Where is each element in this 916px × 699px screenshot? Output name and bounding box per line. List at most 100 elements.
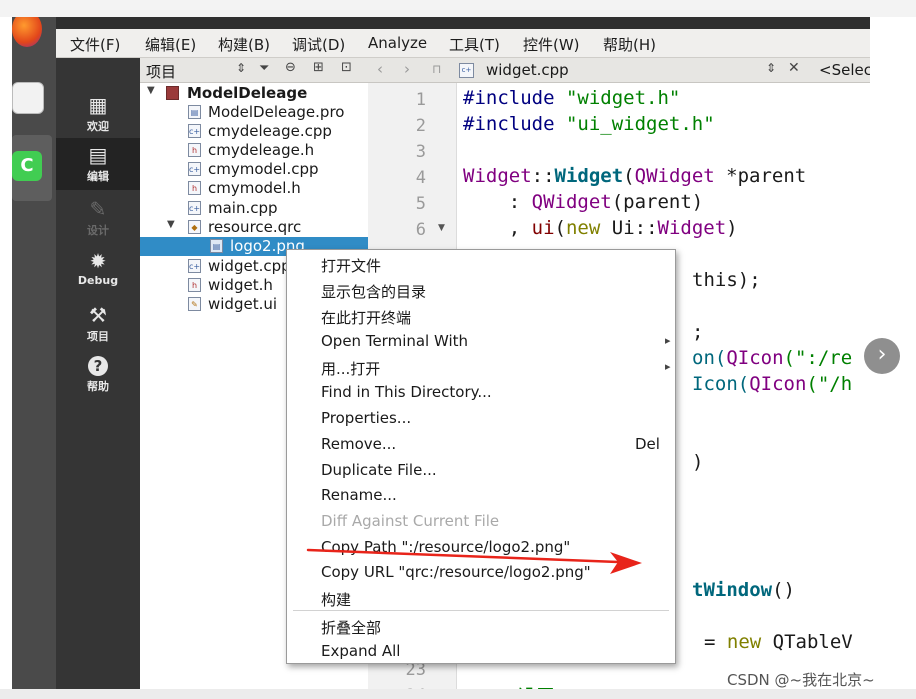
menu-item-rename[interactable]: Rename...: [321, 486, 397, 504]
menu-file[interactable]: 文件(F): [70, 34, 120, 55]
menu-build[interactable]: 构建(B): [218, 34, 270, 55]
qtcreator-icon[interactable]: C: [12, 151, 42, 181]
tree-label: cmymodel.cpp: [208, 160, 319, 178]
mode-welcome[interactable]: ▦ 欢迎: [56, 88, 140, 138]
tree-row-project[interactable]: ▼ ModelDeleage: [140, 84, 368, 103]
cpp-file-icon: c+: [188, 259, 201, 273]
code-line: ): [692, 451, 704, 473]
forward-arrow-icon[interactable]: ›: [404, 60, 410, 78]
tree-label: main.cpp: [208, 199, 278, 217]
line-number: 4: [415, 168, 426, 188]
mode-projects[interactable]: ⚒ 项目: [56, 298, 140, 348]
mode-label: 帮助: [87, 380, 109, 393]
code-line: Widget::Widget(QWidget *parent: [463, 165, 807, 187]
tree-label: widget.h: [208, 276, 273, 294]
tree-label: cmymodel.h: [208, 179, 301, 197]
image-file-icon: ▤: [210, 239, 223, 253]
mode-design[interactable]: ✎ 设计: [56, 192, 140, 242]
mode-help[interactable]: ? 帮助: [56, 350, 140, 400]
pencil-icon: ✎: [89, 197, 107, 221]
mode-edit[interactable]: ▤ 编辑: [56, 138, 140, 190]
code-line: tWindow(): [692, 579, 795, 601]
header-file-icon: h: [188, 181, 201, 195]
menu-tools[interactable]: 工具(T): [449, 34, 500, 55]
menu-item-duplicate-file[interactable]: Duplicate File...: [321, 461, 437, 479]
view-selector-arrows-icon[interactable]: ⇕: [236, 61, 246, 75]
tree-row-file[interactable]: c+ cmymodel.cpp: [140, 160, 368, 179]
code-line: , ui(new Ui::Widget): [463, 217, 738, 239]
files-icon[interactable]: [12, 82, 44, 114]
menu-item-open-terminal-with[interactable]: Open Terminal With: [321, 332, 468, 350]
mode-label: 编辑: [87, 170, 109, 183]
tree-row-resource[interactable]: ▼ ◆ resource.qrc: [140, 218, 368, 237]
context-menu: 打开文件 显示包含的目录 在此打开终端 Open Terminal With ▸…: [286, 249, 676, 664]
close-pane-icon[interactable]: ⊡: [341, 60, 352, 75]
next-image-button[interactable]: ›: [864, 338, 900, 374]
tree-label: cmydeleage.h: [208, 141, 315, 159]
edit-doc-icon: ▤: [88, 143, 108, 167]
tree-label: ModelDeleage.pro: [208, 103, 345, 121]
tree-row-file[interactable]: c+ main.cpp: [140, 199, 368, 218]
project-icon: [166, 86, 179, 100]
code-line: on(QIcon(":/re: [692, 347, 853, 369]
code-line: #include "ui_widget.h": [463, 113, 715, 135]
mode-label: 设计: [87, 224, 109, 237]
cpp-file-icon: c+: [459, 63, 474, 78]
menu-item-open-with[interactable]: 用...打开: [321, 358, 380, 379]
code-line: #include "widget.h": [463, 87, 681, 109]
tree-label: widget.ui: [208, 295, 278, 313]
tree-row-file[interactable]: c+ cmydeleage.cpp: [140, 122, 368, 141]
line-number: 6: [415, 220, 426, 240]
menu-help[interactable]: 帮助(H): [603, 34, 656, 55]
menu-separator: [293, 610, 669, 611]
menu-debug[interactable]: 调试(D): [292, 34, 345, 55]
editor-toolbar: ‹ › ⊓ c+ widget.cpp ⇕ ✕ <Select: [368, 58, 870, 83]
menu-controls[interactable]: 控件(W): [523, 34, 580, 55]
mode-label: 欢迎: [87, 120, 109, 133]
menu-item-open-file[interactable]: 打开文件: [321, 255, 381, 276]
expand-arrow-icon[interactable]: ▼: [147, 85, 155, 96]
csdn-watermark: CSDN @~我在北京~: [727, 671, 875, 689]
back-arrow-icon[interactable]: ‹: [377, 60, 383, 78]
header-file-icon: h: [188, 278, 201, 292]
menu-item-remove[interactable]: Remove...: [321, 435, 396, 453]
grid-icon: ▦: [88, 93, 108, 117]
code-line: this);: [692, 269, 761, 291]
menu-edit[interactable]: 编辑(E): [145, 34, 196, 55]
split-icon[interactable]: ⊞: [313, 60, 324, 75]
menu-item-collapse-all[interactable]: 折叠全部: [321, 617, 381, 638]
menu-item-show-containing-folder[interactable]: 显示包含的目录: [321, 281, 426, 302]
firefox-icon[interactable]: [12, 17, 42, 47]
tree-row-file[interactable]: h cmydeleage.h: [140, 141, 368, 160]
tree-label: cmydeleage.cpp: [208, 122, 332, 140]
mode-debug[interactable]: ✹ Debug: [56, 244, 140, 294]
chevron-right-icon: ›: [877, 342, 887, 367]
expand-arrow-icon[interactable]: ▼: [167, 219, 175, 230]
menu-item-properties[interactable]: Properties...: [321, 409, 411, 427]
filter-icon[interactable]: ⏷: [259, 61, 269, 76]
menu-item-expand-all[interactable]: Expand All: [321, 642, 400, 660]
bug-icon: ✹: [89, 249, 107, 273]
menu-item-find-in-directory[interactable]: Find in This Directory...: [321, 383, 492, 401]
tree-label: ModelDeleage: [187, 84, 308, 102]
code-line: ;: [692, 321, 704, 343]
fold-marker-icon[interactable]: ▼: [438, 223, 445, 233]
cpp-file-icon: c+: [188, 201, 201, 215]
symbol-selector[interactable]: <Select: [819, 61, 870, 79]
menu-item-build[interactable]: 构建: [321, 589, 351, 610]
link-icon[interactable]: ⊖: [285, 60, 296, 75]
arrow-shaft: [306, 548, 620, 564]
lock-icon: ⊓: [432, 62, 442, 76]
menubar: 文件(F) 编辑(E) 构建(B) 调试(D) Analyze 工具(T) 控件…: [56, 29, 870, 58]
cpp-file-icon: c+: [188, 162, 201, 176]
document-switcher-icon[interactable]: ⇕: [766, 61, 776, 75]
open-file-name[interactable]: widget.cpp: [486, 61, 569, 79]
project-panel-title: 项目: [146, 63, 177, 81]
menu-item-open-terminal-here[interactable]: 在此打开终端: [321, 307, 411, 328]
tree-row-file[interactable]: ▤ ModelDeleage.pro: [140, 103, 368, 122]
close-document-icon[interactable]: ✕: [788, 60, 800, 76]
line-number: 3: [415, 142, 426, 162]
tree-row-file[interactable]: h cmymodel.h: [140, 179, 368, 198]
mode-sidebar: ▦ 欢迎 ▤ 编辑 ✎ 设计 ✹ Debug ⚒ 项目 ? 帮助: [56, 58, 140, 699]
menu-analyze[interactable]: Analyze: [368, 34, 427, 52]
